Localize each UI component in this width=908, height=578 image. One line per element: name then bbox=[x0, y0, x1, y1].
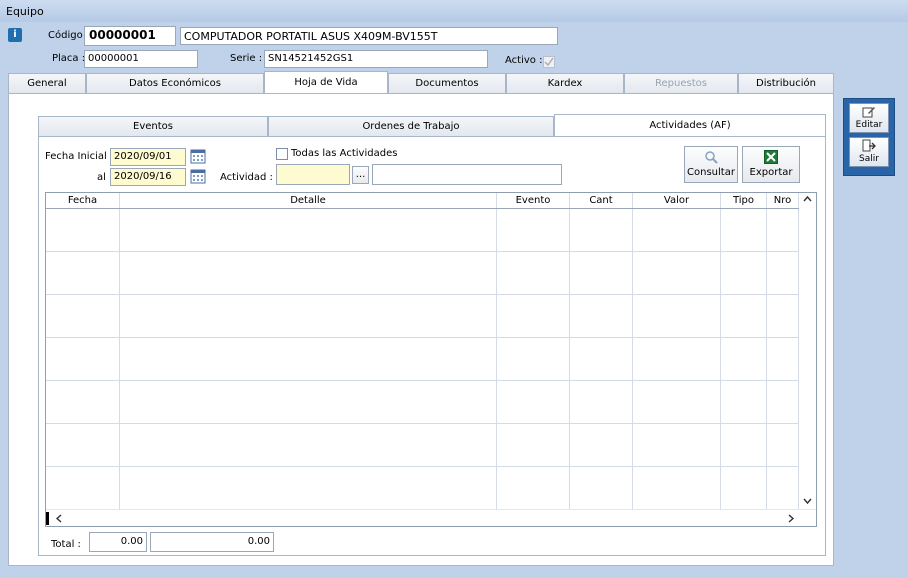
col-valor[interactable]: Valor bbox=[633, 193, 721, 208]
todas-actividades-label: Todas las Actividades bbox=[291, 148, 398, 159]
table-row bbox=[46, 424, 816, 467]
grid-body bbox=[46, 209, 816, 509]
col-fecha[interactable]: Fecha bbox=[46, 193, 120, 208]
calendar-icon[interactable] bbox=[190, 168, 206, 184]
descripcion-field[interactable]: COMPUTADOR PORTATIL ASUS X409M-BV155T bbox=[180, 27, 558, 45]
exit-icon bbox=[862, 139, 876, 152]
exportar-label: Exportar bbox=[749, 167, 793, 178]
salir-label: Salir bbox=[859, 154, 879, 164]
actividades-grid: Fecha Detalle Evento Cant Valor Tipo Nro bbox=[45, 192, 817, 527]
placa-field[interactable]: 00000001 bbox=[84, 50, 198, 68]
edit-icon bbox=[862, 107, 875, 118]
vertical-scrollbar[interactable] bbox=[799, 193, 816, 509]
col-detalle[interactable]: Detalle bbox=[120, 193, 497, 208]
consultar-label: Consultar bbox=[687, 167, 735, 178]
al-label: al bbox=[97, 172, 106, 183]
tab-general[interactable]: General bbox=[8, 73, 86, 93]
col-cant[interactable]: Cant bbox=[570, 193, 633, 208]
tab-distribucion[interactable]: Distribución bbox=[738, 73, 834, 93]
table-row bbox=[46, 295, 816, 338]
subtab-actividades[interactable]: Actividades (AF) bbox=[554, 114, 826, 136]
exportar-button[interactable]: Exportar bbox=[742, 146, 800, 183]
tab-kardex[interactable]: Kardex bbox=[506, 73, 624, 93]
actividad-code-field[interactable] bbox=[276, 164, 350, 185]
action-sidebar: Editar Salir bbox=[843, 98, 895, 176]
consultar-button[interactable]: Consultar bbox=[684, 146, 738, 183]
activo-label: Activo : bbox=[505, 55, 543, 66]
actividad-label: Actividad : bbox=[220, 172, 273, 183]
excel-icon bbox=[764, 150, 778, 164]
checkmark-icon bbox=[544, 57, 554, 67]
subtab-ordenes-de-trabajo[interactable]: Ordenes de Trabajo bbox=[268, 116, 554, 136]
tab-documentos[interactable]: Documentos bbox=[388, 73, 506, 93]
total-cant-field: 0.00 bbox=[89, 532, 147, 552]
editar-button[interactable]: Editar bbox=[849, 103, 889, 133]
total-valor-field: 0.00 bbox=[150, 532, 274, 552]
scroll-down-icon[interactable] bbox=[799, 495, 816, 507]
fecha-final-field[interactable]: 2020/09/16 bbox=[110, 168, 186, 186]
tab-repuestos: Repuestos bbox=[624, 73, 738, 93]
codigo-field[interactable]: 00000001 bbox=[84, 26, 176, 46]
placa-label: Placa : bbox=[52, 53, 86, 64]
fecha-inicial-field[interactable]: 2020/09/01 bbox=[110, 148, 186, 166]
table-row bbox=[46, 252, 816, 295]
salir-button[interactable]: Salir bbox=[849, 137, 889, 167]
horizontal-scrollbar[interactable] bbox=[46, 509, 816, 526]
col-evento[interactable]: Evento bbox=[497, 193, 570, 208]
actividad-lookup-button[interactable]: ... bbox=[352, 166, 369, 184]
tab-datos-economicos[interactable]: Datos Económicos bbox=[86, 73, 264, 93]
actividad-description-field[interactable] bbox=[372, 164, 562, 185]
col-nro[interactable]: Nro bbox=[767, 193, 799, 208]
table-row bbox=[46, 209, 816, 252]
activo-checkbox[interactable] bbox=[543, 56, 555, 68]
row-selector-marker bbox=[46, 512, 49, 525]
info-icon: i bbox=[8, 28, 22, 42]
scroll-up-icon[interactable] bbox=[799, 193, 816, 205]
table-row bbox=[46, 467, 816, 509]
scroll-left-icon[interactable] bbox=[52, 510, 66, 527]
calendar-icon[interactable] bbox=[190, 148, 206, 164]
tab-hoja-de-vida[interactable]: Hoja de Vida bbox=[264, 71, 388, 93]
total-label: Total : bbox=[51, 539, 81, 550]
search-icon bbox=[705, 151, 718, 164]
serie-label: Serie : bbox=[230, 53, 263, 64]
col-tipo[interactable]: Tipo bbox=[721, 193, 767, 208]
todas-actividades-checkbox[interactable] bbox=[276, 148, 288, 160]
table-row bbox=[46, 338, 816, 381]
fecha-inicial-label: Fecha Inicial : bbox=[45, 151, 114, 162]
table-row bbox=[46, 381, 816, 424]
window-title: Equipo bbox=[0, 0, 908, 22]
grid-header: Fecha Detalle Evento Cant Valor Tipo Nro bbox=[46, 193, 816, 209]
scroll-right-icon[interactable] bbox=[784, 510, 798, 527]
serie-field[interactable]: SN14521452GS1 bbox=[264, 50, 488, 68]
subtab-eventos[interactable]: Eventos bbox=[38, 116, 268, 136]
editar-label: Editar bbox=[855, 120, 883, 130]
